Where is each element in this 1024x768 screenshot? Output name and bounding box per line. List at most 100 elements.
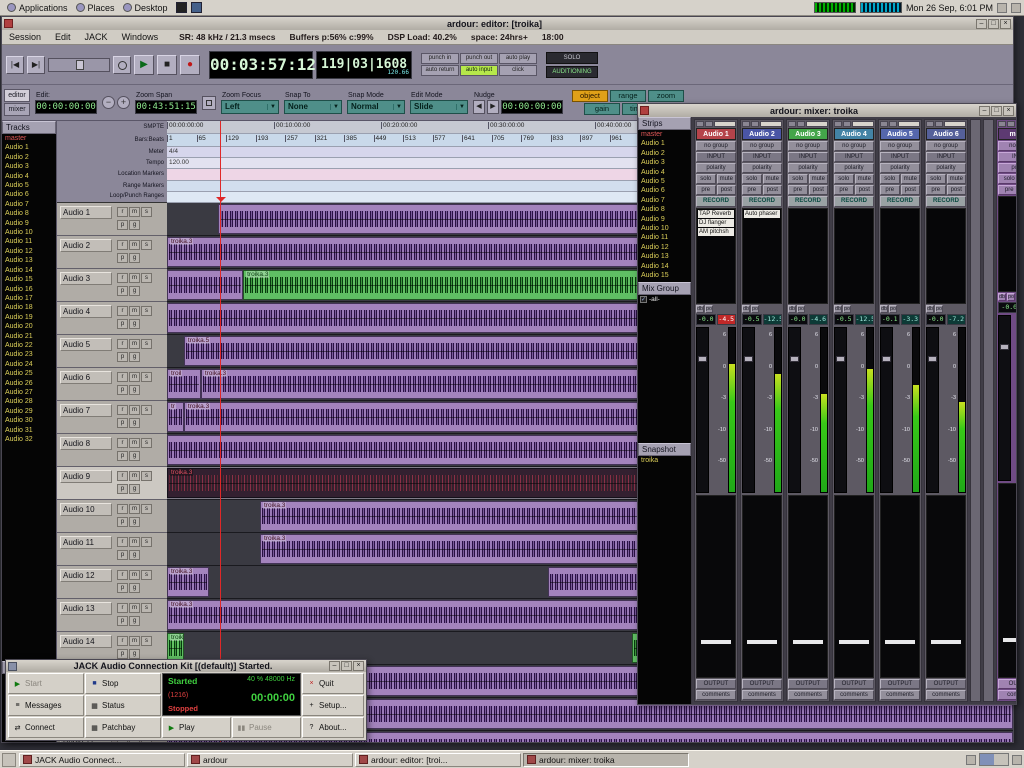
strip-name-button[interactable]: Audio 4 [834,128,874,140]
tracks-list-item-audio-1[interactable]: Audio 1 [2,143,56,152]
track-r-button[interactable]: r [117,240,128,250]
tool-mode-gain[interactable]: gain [584,103,620,115]
indicator-solo[interactable]: SOLO [546,52,598,64]
strip-post-button[interactable]: post [947,185,967,195]
pan-slider[interactable] [1003,638,1016,642]
nudge-forward-icon[interactable]: ▶ [487,100,499,114]
menu-edit[interactable]: Edit [48,32,78,42]
playhead[interactable] [220,121,221,742]
track-m-button[interactable]: m [129,438,140,448]
track-p-button[interactable]: p [117,385,128,395]
mouse-mode-zoom[interactable]: zoom [648,90,684,102]
tracks-list-item-audio-24[interactable]: Audio 24 [2,360,56,369]
side-tab-mixer[interactable]: mixer [4,103,30,116]
shuttle-control[interactable] [48,58,110,72]
strip-post-button[interactable]: post [717,185,737,195]
strip-group-button[interactable]: no group [880,141,920,151]
snap-mode-select[interactable]: Normal ▼ [347,100,405,114]
editor-titlebar[interactable]: ardour: editor: [troika] – □ × [2,17,1013,30]
track-s-button[interactable]: s [141,405,152,415]
strip-output-button[interactable]: OUTPUT [696,679,736,689]
track-name-button[interactable]: Audio 3 [60,272,112,285]
strip-output-button[interactable]: OUTPUT [926,679,966,689]
strips-list-item-audio-6[interactable]: Audio 6 [638,186,691,195]
track-m-button[interactable]: m [129,306,140,316]
track-name-button[interactable]: Audio 11 [60,536,112,549]
track-p-button[interactable]: p [117,484,128,494]
strip-menu-button[interactable] [705,121,713,127]
strip-name-button[interactable]: Audio 5 [880,128,920,140]
fader-handle[interactable] [836,356,845,362]
strips-list-item-audio-4[interactable]: Audio 4 [638,168,691,177]
gain-display[interactable]: -0.0 [926,314,946,325]
mouse-mode-object[interactable]: object [572,90,608,102]
strip-output-button[interactable]: OUTPUT [834,679,874,689]
strip-solo-button[interactable]: solo [742,174,762,184]
plugin-entry[interactable]: DJ flanger [698,219,734,227]
strip-input-button[interactable]: INPUT [998,152,1016,162]
gain-fader[interactable] [788,327,801,493]
tracks-list-item-audio-6[interactable]: Audio 6 [2,190,56,199]
pan-section[interactable] [742,495,782,678]
show-desktop-icon[interactable] [2,753,16,767]
track-m-button[interactable]: m [129,207,140,217]
strip-hide-button[interactable] [998,121,1006,127]
fader-handle[interactable] [790,356,799,362]
pan-slider[interactable] [885,640,915,644]
track-g-button[interactable]: g [129,649,140,659]
tracks-list-item-audio-5[interactable]: Audio 5 [2,181,56,190]
track-s-button[interactable]: s [141,240,152,250]
track-header-audio-5[interactable]: Audio 5rmspg [57,335,167,368]
gain-display[interactable]: -0.1 [880,314,900,325]
gain-display[interactable]: -0.0 [788,314,808,325]
toggle-punch-out[interactable]: punch out [460,53,498,64]
track-g-button[interactable]: g [129,484,140,494]
strip-mute-button[interactable]: mute [947,174,967,184]
strip-solo-button[interactable]: solo [834,174,854,184]
side-tab-editor[interactable]: editor [4,89,30,102]
strips-list-item-audio-5[interactable]: Audio 5 [638,177,691,186]
tracks-list-item-audio-7[interactable]: Audio 7 [2,200,56,209]
track-name-button[interactable]: Audio 14 [60,635,112,648]
strip-post-button[interactable]: post [855,185,875,195]
strip-dbfs-button[interactable]: dbfs [834,305,842,313]
strip-hide-button[interactable] [880,121,888,127]
indicator-auditioning[interactable]: AUDITIONING [546,66,598,78]
track-name-button[interactable]: Audio 5 [60,338,112,351]
gain-fader[interactable] [998,315,1011,481]
track-s-button[interactable]: s [141,537,152,547]
peak-display[interactable]: -12.5 [763,314,783,325]
track-m-button[interactable]: m [129,372,140,382]
strip-plugin-box[interactable]: Auto phaser [742,208,782,304]
strip-record-button[interactable]: RECORD [696,196,736,207]
strip-comments-button[interactable]: comments [834,690,874,700]
tracks-list-item-audio-12[interactable]: Audio 12 [2,247,56,256]
strip-polarity-button[interactable]: polarity [696,163,736,173]
strip-polarity-button[interactable]: polarity [788,163,828,173]
strips-list-item-audio-10[interactable]: Audio 10 [638,224,691,233]
audio-region[interactable] [167,270,243,300]
strip-meter-point-button[interactable]: post [705,305,713,313]
track-r-button[interactable]: r [117,471,128,481]
tracks-list-item-audio-26[interactable]: Audio 26 [2,379,56,388]
launcher-icon[interactable] [191,2,202,13]
track-m-button[interactable]: m [129,240,140,250]
toggle-auto-return[interactable]: auto return [421,65,459,76]
strip-dbfs-button[interactable]: dbfs [998,293,1006,301]
collapsed-strip[interactable] [970,119,981,702]
menu-jack[interactable]: JACK [78,32,115,42]
strip-pre-button[interactable]: pre [696,185,716,195]
track-p-button[interactable]: p [117,550,128,560]
minimize-icon[interactable]: – [979,106,990,116]
strip-menu-button[interactable] [1007,121,1015,127]
track-m-button[interactable]: m [129,636,140,646]
strip-plugin-box[interactable] [998,196,1016,292]
tracks-list-item-audio-22[interactable]: Audio 22 [2,341,56,350]
track-p-button[interactable]: p [117,418,128,428]
fader-handle[interactable] [744,356,753,362]
pan-section[interactable] [834,495,874,678]
strips-list-item-audio-14[interactable]: Audio 14 [638,262,691,271]
tracks-list-item-audio-11[interactable]: Audio 11 [2,237,56,246]
tracks-list-item-audio-8[interactable]: Audio 8 [2,209,56,218]
track-header-audio-11[interactable]: Audio 11rmspg [57,533,167,566]
